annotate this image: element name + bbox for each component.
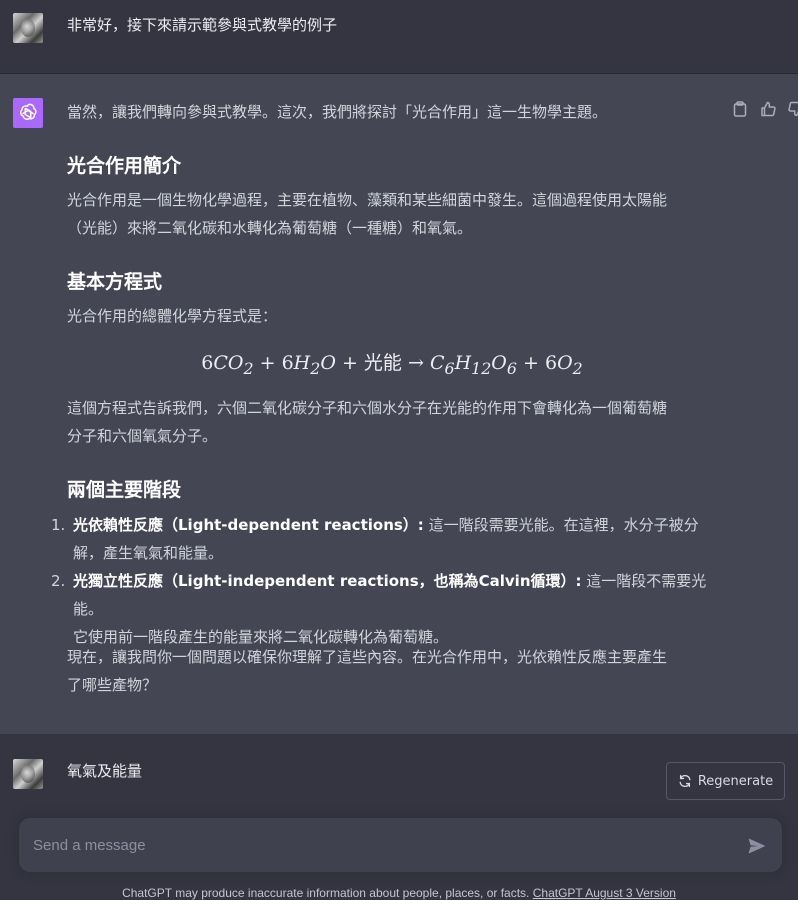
section-heading-intro: 光合作用簡介	[67, 155, 182, 177]
version-link[interactable]: ChatGPT August 3 Version	[533, 886, 676, 900]
stage-list-item: 2. 光獨立性反應（Light-independent reactions，也稱…	[51, 567, 717, 651]
thumbs-down-icon[interactable]	[788, 100, 798, 118]
regenerate-button[interactable]: Regenerate	[666, 762, 785, 800]
user-message-2-text: 氧氣及能量	[67, 762, 143, 780]
chatgpt-logo-icon	[13, 98, 43, 128]
regenerate-label: Regenerate	[697, 773, 774, 789]
chemical-equation: 6CO2 + 6H2O + 光能 → C6H12O6 + 6O2	[201, 352, 583, 378]
section-heading-stages: 兩個主要階段	[67, 479, 182, 501]
user-avatar	[13, 759, 43, 789]
thumbs-up-icon[interactable]	[760, 100, 776, 118]
refresh-icon	[679, 774, 691, 788]
list-number: 2.	[51, 572, 66, 590]
user-message-1: 非常好，接下來請示範參與式教學的例子	[0, 0, 798, 74]
stage-list-item: 1. 光依賴性反應（Light-dependent reactions）: 這一…	[51, 511, 717, 567]
user-message-text: 非常好，接下來請示範參與式教學的例子	[67, 16, 338, 34]
message-composer	[18, 817, 783, 873]
send-button[interactable]	[746, 835, 768, 857]
section-intro-line-1: 光合作用是一個生物化學過程，主要在植物、藻類和某些細菌中發生。這個過程使用太陽能	[67, 191, 668, 209]
user-avatar	[13, 13, 43, 43]
section-heading-equation: 基本方程式	[67, 271, 163, 293]
equation-explain-line-2: 分子和六個氧氣分子。	[67, 427, 218, 445]
stage-title: 光依賴性反應（Light-dependent reactions）:	[73, 516, 424, 534]
clipboard-icon[interactable]	[732, 100, 748, 118]
footer-text: ChatGPT may produce inaccurate informati…	[122, 886, 533, 900]
message-input[interactable]	[33, 832, 733, 858]
stage-description: 這一階段需要光能。在這裡，水分子被分	[423, 516, 699, 534]
question-line-2: 了哪些產物？	[67, 676, 158, 694]
list-number: 1.	[51, 516, 66, 534]
assistant-message: 當然，讓我們轉向參與式教學。這次，我們將探討「光合作用」這一生物學主題。 光合作…	[0, 74, 798, 734]
equation-intro: 光合作用的總體化學方程式是：	[67, 307, 278, 325]
equation-light-energy: 光能	[363, 352, 402, 374]
section-intro-line-2: （光能）來將二氧化碳和水轉化為葡萄糖（一種糖）和氧氣。	[67, 219, 473, 237]
footer-disclaimer: ChatGPT may produce inaccurate informati…	[0, 886, 798, 900]
equation-explain-line-1: 這個方程式告訴我們，六個二氧化碳分子和六個水分子在光能的作用下會轉化為一個葡萄糖	[67, 399, 668, 417]
message-actions	[732, 100, 798, 118]
question-line-1: 現在，讓我問你一個問題以確保你理解了這些內容。在光合作用中，光依賴性反應主要產生	[67, 648, 668, 666]
stage-description-cont: 解，產生氧氣和能量。	[73, 544, 224, 562]
stage-title: 光獨立性反應（Light-independent reactions，也稱為Ca…	[73, 572, 582, 590]
send-icon	[748, 838, 765, 854]
intro-paragraph: 當然，讓我們轉向參與式教學。這次，我們將探討「光合作用」這一生物學主題。	[67, 103, 608, 121]
